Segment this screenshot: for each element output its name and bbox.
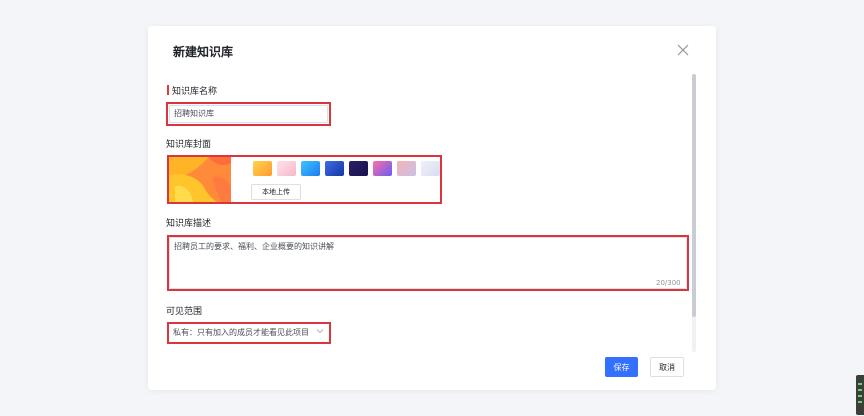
scrollbar-thumb[interactable] xyxy=(692,74,696,317)
cancel-button[interactable]: 取消 xyxy=(650,357,684,377)
save-button[interactable]: 保存 xyxy=(605,357,638,377)
cover-option-gradient[interactable] xyxy=(373,161,392,176)
cover-option-yellow[interactable] xyxy=(253,161,272,176)
create-knowledge-base-dialog: 新建知识库 知识库名称 招聘知识库 知识库封面 本地上传 知识库描述 招聘员工的… xyxy=(148,26,716,390)
description-field-label: 知识库描述 xyxy=(166,219,212,229)
cover-preview-image xyxy=(169,157,231,202)
name-field-label: 知识库名称 xyxy=(167,84,217,97)
cover-field-label: 知识库封面 xyxy=(166,140,212,150)
local-upload-button[interactable]: 本地上传 xyxy=(251,184,301,200)
close-icon[interactable] xyxy=(677,44,689,56)
visibility-field-label: 可见范围 xyxy=(166,307,203,317)
name-input[interactable]: 招聘知识库 xyxy=(169,105,328,123)
dialog-title: 新建知识库 xyxy=(173,45,234,59)
visibility-select[interactable]: 私有：只有加入的成员才能看见此项目 xyxy=(173,327,309,338)
cover-option-sky-blue[interactable] xyxy=(301,161,320,176)
side-floating-widget[interactable] xyxy=(856,375,864,415)
cover-option-blue[interactable] xyxy=(325,161,344,176)
cover-option-pastel[interactable] xyxy=(397,161,416,176)
description-char-counter: 20/300 xyxy=(656,279,681,287)
cover-option-pink[interactable] xyxy=(277,161,296,176)
cover-option-navy[interactable] xyxy=(349,161,368,176)
description-textarea[interactable]: 招聘员工的要求、福利、企业概要的知识讲解 xyxy=(169,237,687,289)
chevron-down-icon[interactable] xyxy=(316,328,324,334)
cover-option-light[interactable] xyxy=(421,161,440,176)
